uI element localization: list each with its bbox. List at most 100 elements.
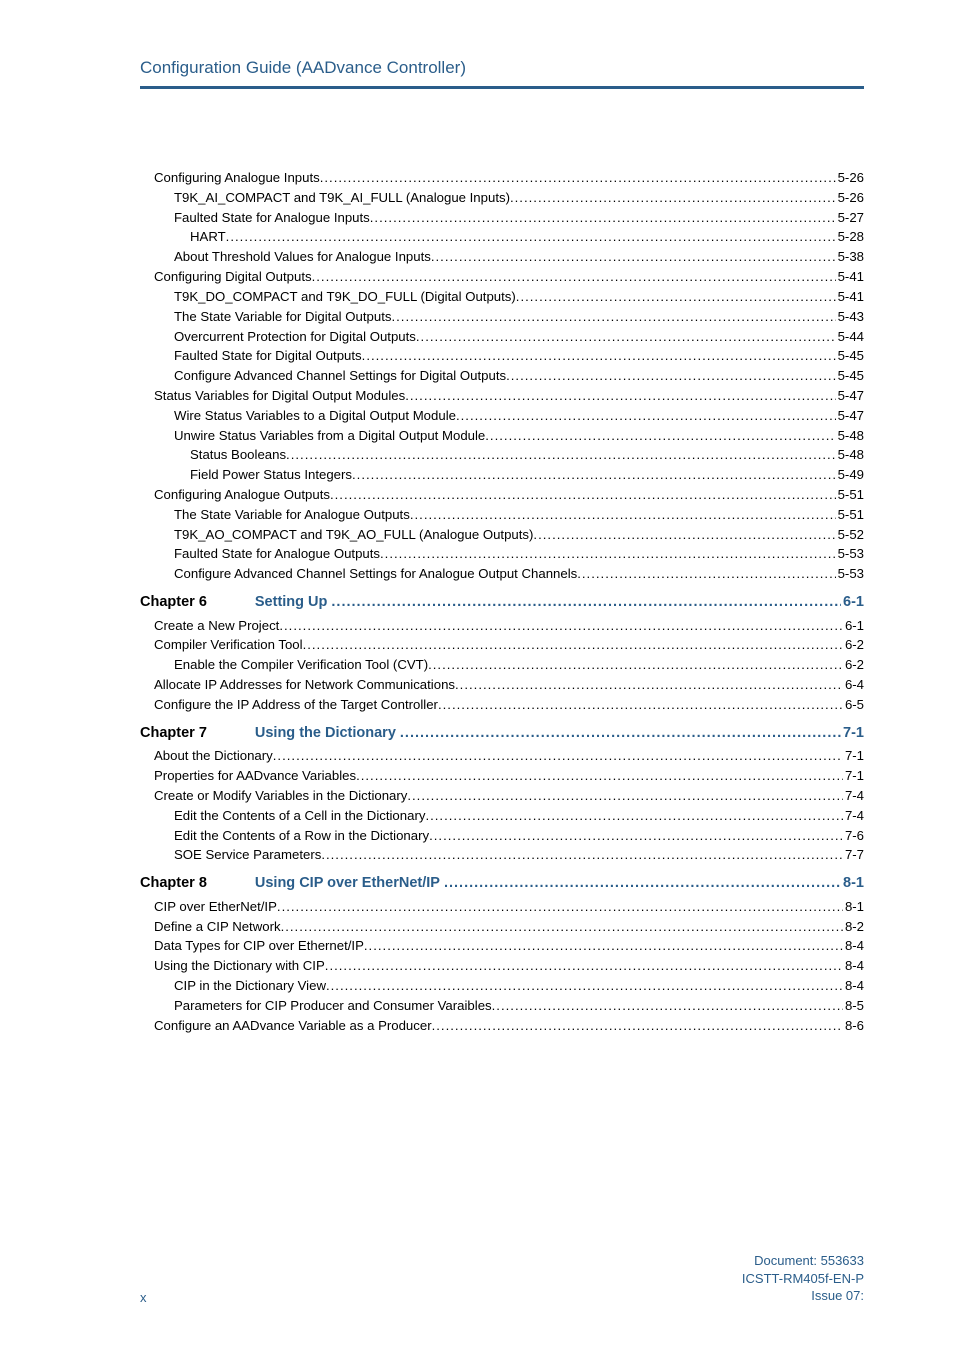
toc-entry-label: Edit the Contents of a Cell in the Dicti… [174,807,425,825]
toc-chapter-title: Setting Up [255,593,332,613]
toc-entry-page: 5-28 [836,228,864,246]
toc-entry-label: Create or Modify Variables in the Dictio… [154,787,407,805]
toc-entry-page: 5-47 [836,407,864,425]
toc-entry-label: HART [190,228,226,246]
toc-entry-label: Unwire Status Variables from a Digital O… [174,427,485,445]
toc-entry-page: 5-45 [836,347,864,365]
toc-entry-label: CIP in the Dictionary View [174,977,326,995]
toc-entry-label: Compiler Verification Tool [154,636,303,654]
toc-dot-leader [286,446,836,464]
toc-dot-leader [320,169,836,187]
toc-entry-row: Configure the IP Address of the Target C… [140,696,864,714]
toc-chapter-page: 8-1 [841,874,864,894]
footer-doc-info: Document: 553633 ICSTT-RM405f-EN-P Issue… [742,1252,864,1305]
toc-entry-row: Create or Modify Variables in the Dictio… [140,787,864,805]
toc-dot-leader [330,486,836,504]
toc-entry-page: 5-26 [836,169,864,187]
toc-entry-page: 8-4 [843,977,864,995]
toc-dot-leader [391,308,835,326]
footer: x Document: 553633 ICSTT-RM405f-EN-P Iss… [140,1252,864,1305]
toc-entry-label: Configure an AADvance Variable as a Prod… [154,1017,432,1035]
toc-entry-row: Overcurrent Protection for Digital Outpu… [140,328,864,346]
toc-entry-page: 6-2 [843,636,864,654]
toc-chapter-title: Using the Dictionary [255,724,400,744]
toc-entry-label: About the Dictionary [154,747,273,765]
toc-entry-row: About the Dictionary 7-1 [140,747,864,765]
toc-entry-label: Overcurrent Protection for Digital Outpu… [174,328,416,346]
toc-entry-label: Using the Dictionary with CIP [154,957,325,975]
toc-entry-label: CIP over EtherNet/IP [154,898,277,916]
toc-entry-page: 7-4 [843,807,864,825]
toc-dot-leader [516,288,836,306]
toc-entry-label: Wire Status Variables to a Digital Outpu… [174,407,456,425]
toc-entry-page: 5-53 [836,545,864,563]
toc-entry-row: Configuring Digital Outputs 5-41 [140,268,864,286]
toc-entry-page: 5-47 [836,387,864,405]
toc-entry-label: Data Types for CIP over Ethernet/IP [154,937,364,955]
toc-dot-leader [533,526,835,544]
toc-entry-page: 5-53 [836,565,864,583]
toc-entry-label: Enable the Compiler Verification Tool (C… [174,656,428,674]
toc-entry-row: SOE Service Parameters 7-7 [140,846,864,864]
toc-entry-row: Wire Status Variables to a Digital Outpu… [140,407,864,425]
toc-entry-label: Configuring Digital Outputs [154,268,312,286]
toc-entry-row: Enable the Compiler Verification Tool (C… [140,656,864,674]
toc-entry-page: 5-44 [836,328,864,346]
toc-dot-leader [362,347,836,365]
toc-entry-row: HART 5-28 [140,228,864,246]
toc-entry-row: Status Booleans 5-48 [140,446,864,464]
toc-chapter-row: Chapter 7Using the Dictionary 7-1 [140,724,864,744]
toc-entry-page: 5-45 [836,367,864,385]
footer-page-number: x [140,1290,147,1305]
toc-dot-leader [577,565,835,583]
toc-entry-label: Faulted State for Analogue Outputs [174,545,380,563]
toc-entry-label: Status Booleans [190,446,286,464]
footer-doc-line3: Issue 07: [742,1287,864,1305]
toc-dot-leader [407,787,843,805]
toc-entry-label: The State Variable for Digital Outputs [174,308,391,326]
toc-dot-leader [485,427,835,445]
toc-entry-page: 8-4 [843,937,864,955]
toc-entry-row: Create a New Project 6-1 [140,617,864,635]
toc-entry-row: Status Variables for Digital Output Modu… [140,387,864,405]
toc-chapter-row: Chapter 8Using CIP over EtherNet/IP 8-1 [140,874,864,894]
toc-entry-row: Field Power Status Integers 5-49 [140,466,864,484]
header-title: Configuration Guide (AADvance Controller… [140,58,466,78]
toc-entry-page: 7-6 [843,827,864,845]
toc-dot-leader [456,407,836,425]
toc-entry-label: T9K_AI_COMPACT and T9K_AI_FULL (Analogue… [174,189,510,207]
footer-doc-line1: Document: 553633 [742,1252,864,1270]
toc-entry-page: 5-48 [836,446,864,464]
toc-dot-leader [226,228,836,246]
toc-entry-row: Allocate IP Addresses for Network Commun… [140,676,864,694]
toc-entry-row: T9K_AI_COMPACT and T9K_AI_FULL (Analogue… [140,189,864,207]
toc-entry-row: Edit the Contents of a Row in the Dictio… [140,827,864,845]
toc-entry-row: CIP over EtherNet/IP 8-1 [140,898,864,916]
page: Configuration Guide (AADvance Controller… [0,0,954,1349]
toc-entry-label: Edit the Contents of a Row in the Dictio… [174,827,429,845]
toc-entry-row: CIP in the Dictionary View 8-4 [140,977,864,995]
toc-dot-leader [321,846,843,864]
toc-entry-label: Configuring Analogue Inputs [154,169,320,187]
toc-entry-row: Edit the Contents of a Cell in the Dicti… [140,807,864,825]
toc-dot-leader [380,545,836,563]
toc-chapter-page: 6-1 [841,593,864,613]
toc-entry-label: Field Power Status Integers [190,466,352,484]
toc-entry-row: Configure an AADvance Variable as a Prod… [140,1017,864,1035]
toc-entry-row: Configuring Analogue Outputs 5-51 [140,486,864,504]
toc-dot-leader [277,898,843,916]
toc-entry-label: Configure Advanced Channel Settings for … [174,565,577,583]
toc-dot-leader [364,937,843,955]
toc-dot-leader [455,676,843,694]
toc-entry-row: Unwire Status Variables from a Digital O… [140,427,864,445]
header-row: Configuration Guide (AADvance Controller… [140,58,864,78]
toc-entry-label: Define a CIP Network [154,918,281,936]
toc-entry-row: Configure Advanced Channel Settings for … [140,367,864,385]
toc-dot-leader [356,767,843,785]
toc-entry-page: 6-4 [843,676,864,694]
toc-dot-leader [405,387,835,405]
toc-entry-row: About Threshold Values for Analogue Inpu… [140,248,864,266]
toc-dot-leader [444,874,841,894]
toc-entry-page: 7-4 [843,787,864,805]
toc-entry-row: Faulted State for Analogue Inputs 5-27 [140,209,864,227]
